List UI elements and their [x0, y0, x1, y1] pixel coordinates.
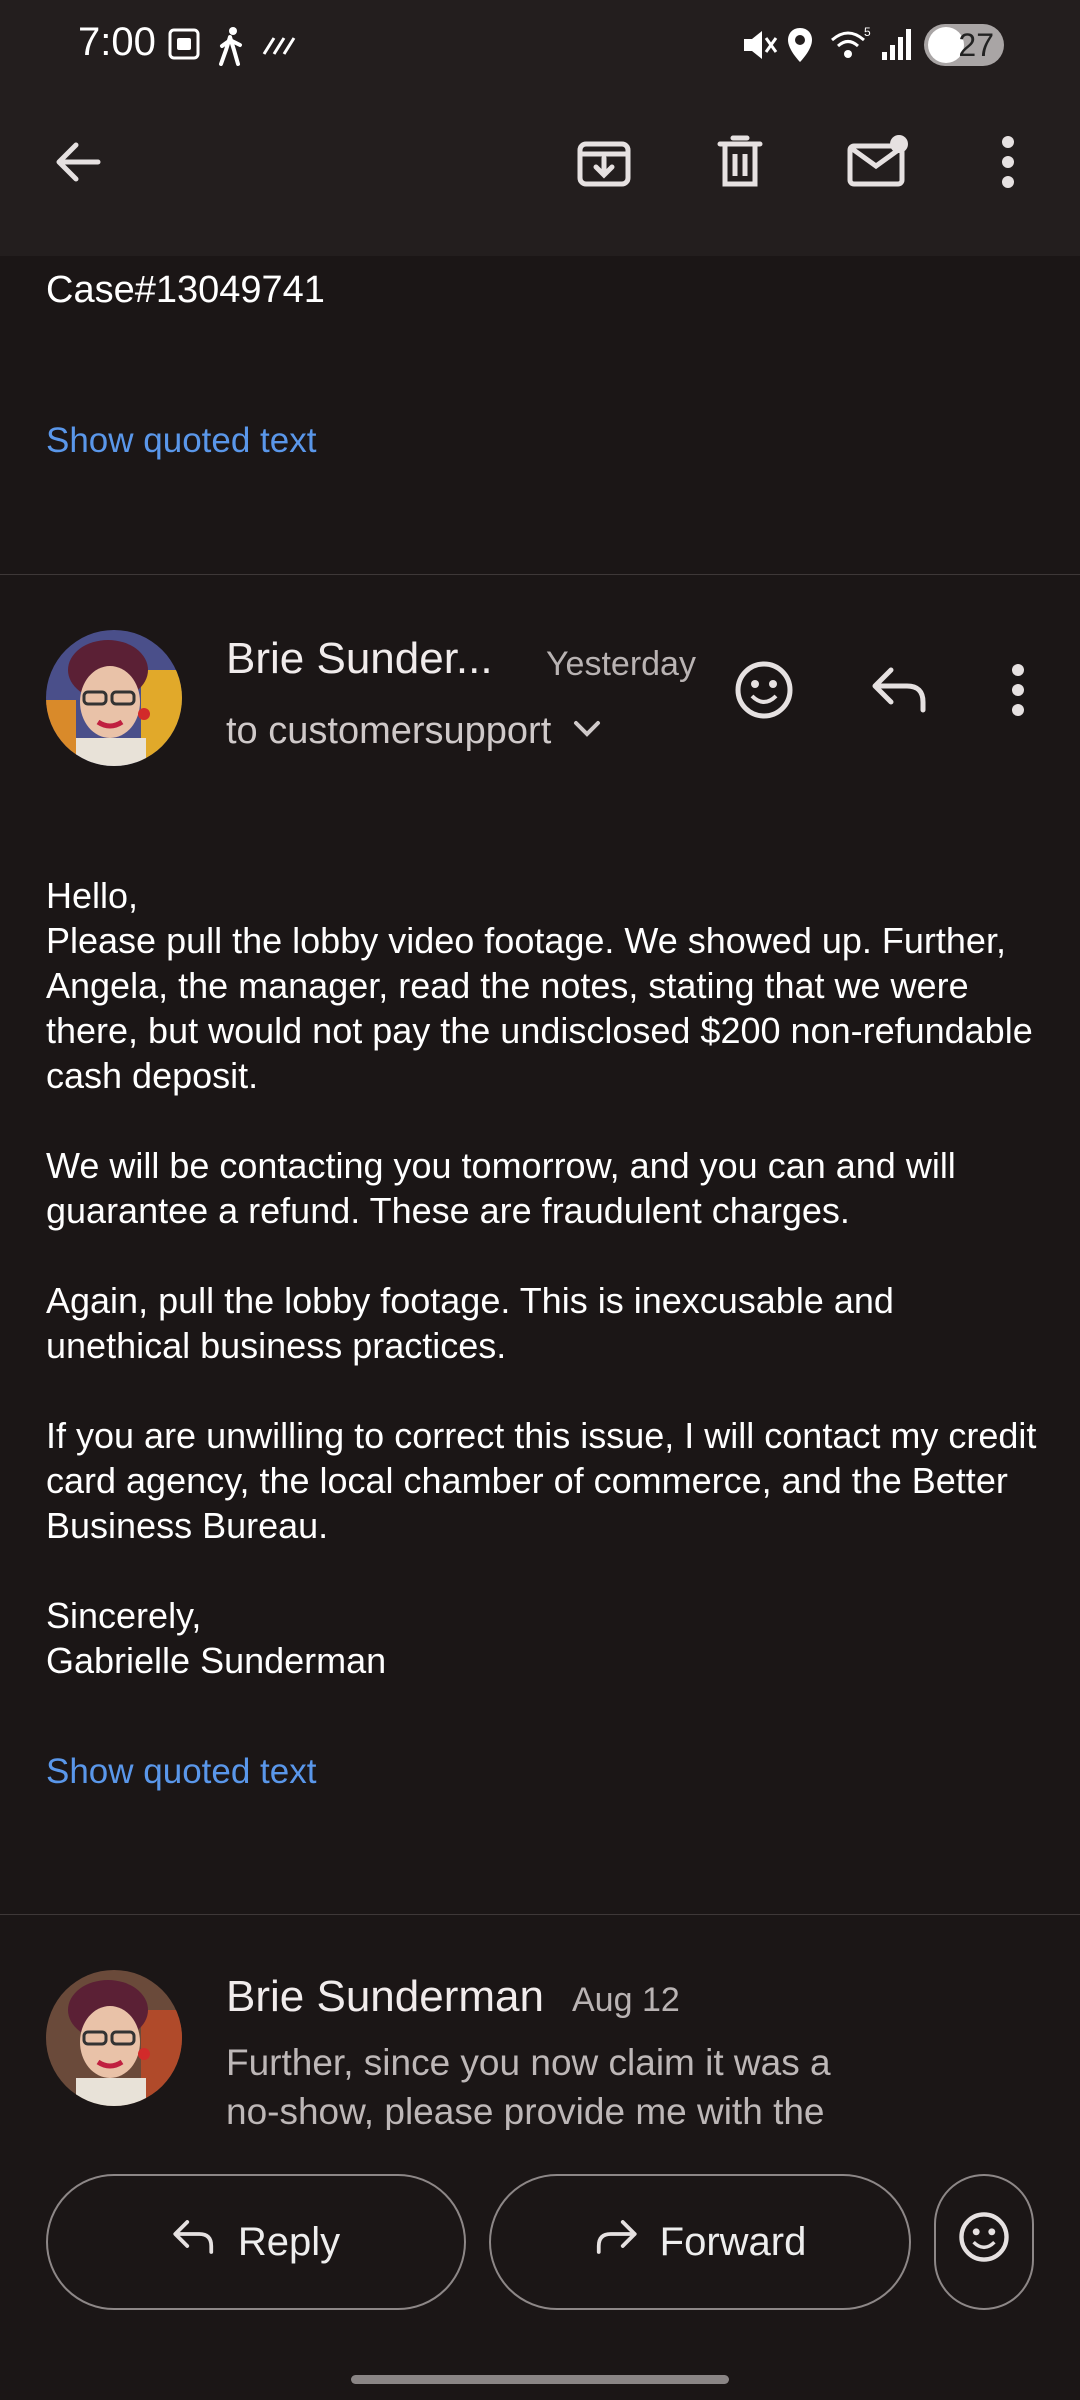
app-bar — [0, 90, 1080, 256]
message-date: Aug 12 — [572, 1981, 680, 2019]
show-quoted-text-link[interactable]: Show quoted text — [46, 1752, 316, 1792]
body-paragraph: Hello, Please pull the lobby video foota… — [46, 875, 1033, 1096]
mute-icon — [740, 26, 778, 69]
forward-icon — [594, 2219, 638, 2265]
emoji-reaction-button[interactable] — [934, 2174, 1034, 2310]
body-paragraph: We will be contacting you tomorrow, and … — [46, 1145, 956, 1231]
message-body: Hello, Please pull the lobby video foota… — [46, 873, 1046, 1728]
message-date: Yesterday — [546, 645, 696, 683]
message-more-icon[interactable] — [978, 650, 1058, 730]
show-quoted-text-link[interactable]: Show quoted text — [46, 421, 316, 461]
recipient-label: to customersupport — [226, 710, 552, 752]
avatar — [46, 1970, 182, 2106]
status-time: 7:00 — [78, 20, 156, 64]
reply-label: Reply — [237, 2219, 341, 2264]
message-divider — [0, 574, 1080, 575]
body-paragraph: If you are unwilling to correct this iss… — [46, 1415, 1037, 1546]
recipient-row[interactable]: to customersupport — [226, 710, 601, 753]
archive-icon[interactable] — [568, 126, 640, 198]
screenshot-icon — [166, 26, 202, 67]
walking-icon — [216, 26, 246, 71]
forward-label: Forward — [659, 2219, 807, 2264]
sender-name[interactable]: Brie Sunder... — [226, 634, 493, 684]
signal-icon — [880, 26, 914, 67]
reply-icon[interactable] — [860, 650, 940, 730]
trash-icon[interactable] — [704, 126, 776, 198]
status-bar: 7:00 5 27 — [0, 0, 1080, 90]
avatar[interactable] — [46, 630, 182, 766]
back-arrow-icon[interactable] — [42, 126, 114, 198]
svg-text:5: 5 — [864, 26, 871, 39]
home-indicator[interactable] — [351, 2375, 729, 2384]
emoji-icon — [958, 2211, 1010, 2273]
battery-icon: 27 — [924, 24, 1004, 66]
more-vert-icon[interactable] — [972, 126, 1044, 198]
case-number-line: Case#13049741 — [46, 269, 325, 311]
reply-button[interactable]: Reply — [46, 2174, 466, 2310]
wifi-icon: 5 — [828, 25, 872, 69]
battery-level: 27 — [958, 27, 994, 63]
sender-name: Brie Sunderman — [226, 1972, 544, 2021]
body-paragraph: Sincerely, Gabrielle Sunderman — [46, 1595, 387, 1681]
message-snippet: no-show, please provide me with the — [226, 2091, 825, 2132]
forward-button[interactable]: Forward — [489, 2174, 911, 2310]
location-icon — [786, 26, 814, 69]
chevron-down-icon[interactable] — [573, 720, 601, 743]
message-snippet: Further, since you now claim it was a — [226, 2042, 831, 2083]
mark-unread-icon[interactable] — [842, 126, 914, 198]
reply-icon — [172, 2219, 216, 2265]
collapsed-message[interactable]: Brie Sunderman Aug 12 Further, since you… — [0, 1915, 1080, 2132]
body-paragraph: Again, pull the lobby footage. This is i… — [46, 1280, 894, 1366]
emoji-react-icon[interactable] — [724, 650, 804, 730]
data-saver-icon — [262, 34, 296, 61]
